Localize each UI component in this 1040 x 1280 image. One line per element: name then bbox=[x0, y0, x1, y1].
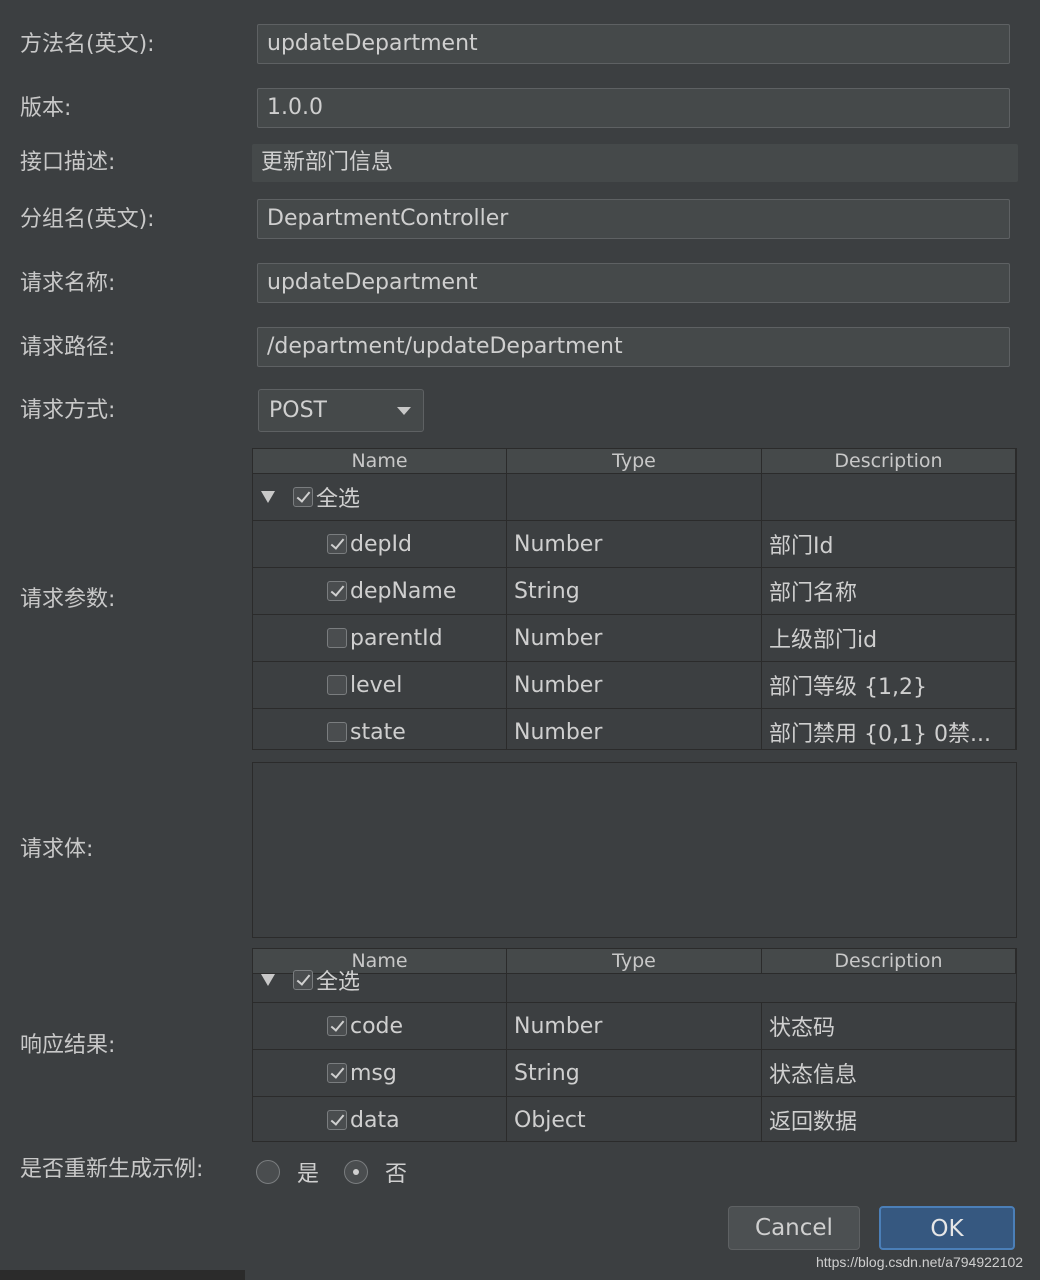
param-type: Number bbox=[507, 615, 762, 661]
column-header-name[interactable]: Name bbox=[253, 449, 507, 473]
regenerate-yes-radio[interactable] bbox=[256, 1160, 280, 1184]
param-type: String bbox=[507, 568, 762, 614]
response-name: msg bbox=[350, 1060, 397, 1086]
select-all-label: 全选 bbox=[316, 970, 361, 995]
request-body-label: 请求体: bbox=[20, 837, 94, 862]
request-name-label: 请求名称: bbox=[20, 271, 116, 296]
table-row[interactable]: depId Number 部门Id bbox=[253, 521, 1016, 568]
select-all-label: 全选 bbox=[316, 487, 361, 512]
param-name: level bbox=[350, 672, 403, 698]
row-checkbox[interactable] bbox=[327, 1063, 347, 1083]
param-desc: 上级部门id bbox=[762, 615, 1016, 661]
description-label: 接口描述: bbox=[20, 150, 116, 175]
description-field[interactable]: 更新部门信息 bbox=[252, 144, 1018, 182]
response-desc: 返回数据 bbox=[762, 1097, 1016, 1141]
regenerate-radio-group: 是 否 bbox=[256, 1156, 407, 1188]
request-path-label: 请求路径: bbox=[20, 335, 116, 360]
table-row[interactable]: level Number 部门等级 {1,2} bbox=[253, 662, 1016, 709]
regenerate-no-radio[interactable] bbox=[344, 1160, 369, 1184]
table-row[interactable]: data Object 返回数据 bbox=[253, 1097, 1016, 1141]
response-desc: 状态信息 bbox=[762, 1050, 1016, 1096]
param-desc: 部门禁用 {0,1} 0禁... bbox=[762, 709, 1016, 749]
column-header-type[interactable]: Type bbox=[507, 949, 762, 973]
param-name: state bbox=[350, 719, 406, 745]
version-input[interactable]: 1.0.0 bbox=[257, 88, 1010, 128]
table-row-select-all[interactable]: 全选 bbox=[253, 474, 1016, 521]
method-name-input[interactable]: updateDepartment bbox=[257, 24, 1010, 64]
row-checkbox[interactable] bbox=[327, 1110, 347, 1130]
param-type: Number bbox=[507, 709, 762, 749]
param-desc: 部门等级 {1,2} bbox=[762, 662, 1016, 708]
row-checkbox[interactable] bbox=[327, 722, 347, 742]
column-header-description[interactable]: Description bbox=[762, 449, 1016, 473]
group-name-input[interactable]: DepartmentController bbox=[257, 199, 1010, 239]
response-label: 响应结果: bbox=[20, 1033, 116, 1058]
response-desc: 状态码 bbox=[762, 1003, 1016, 1049]
table-row[interactable]: depName String 部门名称 bbox=[253, 568, 1016, 615]
response-name: data bbox=[350, 1107, 400, 1133]
regenerate-no-label[interactable]: 否 bbox=[385, 1162, 407, 1187]
param-type: Number bbox=[507, 662, 762, 708]
response-name: code bbox=[350, 1013, 404, 1039]
request-name-input[interactable]: updateDepartment bbox=[257, 263, 1010, 303]
request-method-select[interactable]: POST bbox=[258, 389, 424, 432]
response-type: Number bbox=[507, 1003, 762, 1049]
param-desc: 部门名称 bbox=[762, 568, 1016, 614]
row-checkbox[interactable] bbox=[327, 628, 347, 648]
column-header-type[interactable]: Type bbox=[507, 449, 762, 473]
param-desc: 部门Id bbox=[762, 521, 1016, 567]
request-method-value: POST bbox=[269, 398, 327, 423]
method-name-label: 方法名(英文): bbox=[20, 32, 155, 57]
group-name-label: 分组名(英文): bbox=[20, 207, 155, 232]
cancel-button[interactable]: Cancel bbox=[728, 1206, 860, 1250]
row-checkbox[interactable] bbox=[327, 581, 347, 601]
request-method-label: 请求方式: bbox=[20, 398, 116, 423]
response-type: String bbox=[507, 1050, 762, 1096]
table-row[interactable]: parentId Number 上级部门id bbox=[253, 615, 1016, 662]
watermark-text: https://blog.csdn.net/a794922102 bbox=[816, 1254, 1024, 1270]
column-header-description[interactable]: Description bbox=[762, 949, 1016, 973]
param-name: depId bbox=[350, 531, 412, 557]
response-table: Name Type Description 全选 code Number 状态码… bbox=[252, 948, 1017, 1142]
expand-triangle-icon[interactable] bbox=[261, 491, 275, 503]
response-type: Object bbox=[507, 1097, 762, 1141]
request-params-label: 请求参数: bbox=[20, 587, 116, 612]
version-label: 版本: bbox=[20, 96, 72, 121]
table-row[interactable]: msg String 状态信息 bbox=[253, 1050, 1016, 1097]
select-all-checkbox[interactable] bbox=[293, 970, 313, 990]
table-row[interactable]: state Number 部门禁用 {0,1} 0禁... bbox=[253, 709, 1016, 749]
row-checkbox[interactable] bbox=[327, 675, 347, 695]
row-checkbox[interactable] bbox=[327, 534, 347, 554]
table-header: Name Type Description bbox=[253, 449, 1016, 474]
param-name: parentId bbox=[350, 625, 443, 651]
row-checkbox[interactable] bbox=[327, 1016, 347, 1036]
regenerate-yes-label[interactable]: 是 bbox=[297, 1162, 319, 1187]
expand-triangle-icon[interactable] bbox=[261, 974, 275, 986]
window-bottom-strip bbox=[0, 1270, 245, 1280]
request-path-input[interactable]: /department/updateDepartment bbox=[257, 327, 1010, 367]
chevron-down-icon bbox=[397, 407, 411, 415]
param-name: depName bbox=[350, 578, 457, 604]
param-type: Number bbox=[507, 521, 762, 567]
request-body-textarea[interactable] bbox=[252, 762, 1017, 938]
table-row-select-all[interactable]: 全选 bbox=[253, 964, 1016, 1003]
table-row[interactable]: code Number 状态码 bbox=[253, 1003, 1016, 1050]
request-params-table: Name Type Description 全选 depId Number 部门… bbox=[252, 448, 1017, 750]
ok-button[interactable]: OK bbox=[879, 1206, 1015, 1250]
select-all-checkbox[interactable] bbox=[293, 487, 313, 507]
regenerate-label: 是否重新生成示例: bbox=[20, 1157, 204, 1182]
